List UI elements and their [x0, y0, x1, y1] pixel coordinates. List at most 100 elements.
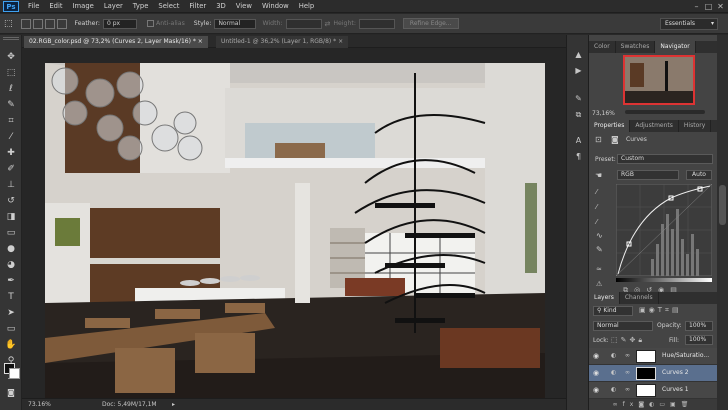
- panel-scrollbar[interactable]: [717, 35, 728, 410]
- menu-edit[interactable]: Edit: [44, 0, 67, 13]
- layer-mask-thumb[interactable]: [636, 384, 656, 397]
- navigator-zoom-slider[interactable]: [625, 110, 705, 114]
- curve-point-icon[interactable]: ∿: [596, 231, 603, 240]
- layers-footer-icons[interactable]: ∞fx◙◐▭▣🗑︎: [589, 399, 717, 410]
- layer-mask-thumb[interactable]: [636, 350, 656, 363]
- tab-close-icon[interactable]: ×: [338, 38, 343, 45]
- stamp-icon[interactable]: ⊥: [4, 179, 18, 191]
- smooth-icon[interactable]: ≈: [596, 265, 602, 273]
- add-selection-icon[interactable]: [32, 18, 43, 29]
- curves-graph[interactable]: [616, 184, 712, 276]
- menu-view[interactable]: View: [231, 0, 257, 13]
- layer-row[interactable]: ◉ ◐ ∞ Hue/Saturatio...: [589, 348, 717, 365]
- eye-icon[interactable]: ◉: [593, 386, 599, 394]
- swap-icon[interactable]: ⇄: [325, 20, 331, 28]
- menu-file[interactable]: File: [23, 0, 44, 13]
- pen-icon[interactable]: ✒: [4, 275, 18, 287]
- antialias-checkbox[interactable]: [147, 20, 155, 27]
- tab-color[interactable]: Color: [589, 41, 616, 53]
- mask-icon[interactable]: ◙: [611, 135, 619, 144]
- tab-channels[interactable]: Channels: [620, 292, 659, 304]
- tab-navigator[interactable]: Navigator: [655, 41, 696, 53]
- eye-icon[interactable]: ◉: [593, 352, 599, 360]
- navigator-preview[interactable]: [623, 55, 695, 105]
- lock-icons[interactable]: ⬚✎✥🔒︎: [611, 336, 645, 345]
- pencil-icon[interactable]: ✎: [596, 245, 603, 254]
- quick-mask-icon[interactable]: ◙: [4, 387, 18, 399]
- menu-help[interactable]: Help: [294, 0, 320, 13]
- filter-icons[interactable]: ▣◉T⌗▤: [639, 306, 682, 315]
- quick-select-icon[interactable]: ✎: [4, 99, 18, 111]
- tab-adjustments[interactable]: Adjustments: [630, 120, 679, 132]
- tab-swatches[interactable]: Swatches: [616, 41, 656, 53]
- black-point-eyedropper-icon[interactable]: ⁄: [596, 188, 597, 196]
- workspace-select[interactable]: Essentials ▾: [660, 18, 718, 30]
- height-input[interactable]: [358, 18, 395, 29]
- minimize-icon[interactable]: –: [692, 2, 701, 11]
- brush-icon[interactable]: ✐: [4, 163, 18, 175]
- blend-mode-select[interactable]: Normal: [593, 321, 653, 331]
- move-icon[interactable]: ✥: [4, 51, 18, 63]
- history-brush-icon[interactable]: ↺: [4, 195, 18, 207]
- lasso-icon[interactable]: ℓ: [4, 83, 18, 95]
- tab-properties[interactable]: Properties: [589, 120, 631, 132]
- eyedropper-icon[interactable]: ⁄: [4, 131, 18, 143]
- intersect-selection-icon[interactable]: [56, 18, 67, 29]
- refine-edge-button[interactable]: Refine Edge...: [402, 18, 459, 29]
- menu-image[interactable]: Image: [68, 0, 99, 13]
- shape-icon[interactable]: ▭: [4, 323, 18, 335]
- tab-history[interactable]: History: [679, 120, 712, 132]
- fill-input[interactable]: 100%: [685, 335, 713, 345]
- tab-document-1[interactable]: 02.RGB_color.psd @ 73,2% (Curves 2, Laye…: [24, 36, 208, 48]
- auto-button[interactable]: Auto: [686, 170, 712, 180]
- gray-point-eyedropper-icon[interactable]: ⁄: [596, 203, 597, 211]
- style-select[interactable]: Normal: [214, 18, 257, 29]
- eye-icon[interactable]: ◉: [593, 369, 599, 377]
- canvas-image[interactable]: [45, 63, 545, 398]
- white-point-eyedropper-icon[interactable]: ⁄: [596, 218, 597, 226]
- gradient-icon[interactable]: ▭: [4, 227, 18, 239]
- layer-row[interactable]: ◉ ◐ ∞ Curves 1: [589, 382, 717, 399]
- background-color[interactable]: [9, 368, 20, 379]
- hand-icon[interactable]: ✋: [4, 339, 18, 351]
- menu-type[interactable]: Type: [128, 0, 154, 13]
- eraser-icon[interactable]: ◨: [4, 211, 18, 223]
- tab-layers[interactable]: Layers: [589, 292, 620, 304]
- dodge-icon[interactable]: ◕: [4, 259, 18, 271]
- history-icon[interactable]: ▲: [572, 49, 585, 61]
- paragraph-icon[interactable]: ¶: [572, 151, 585, 163]
- path-select-icon[interactable]: ➤: [4, 307, 18, 319]
- tab-document-2[interactable]: Untitled-1 @ 36,2% (Layer 1, RGB/8) * ×: [216, 36, 349, 48]
- menu-select[interactable]: Select: [153, 0, 184, 13]
- toolbox-grip[interactable]: [3, 37, 19, 40]
- opacity-input[interactable]: 100%: [685, 321, 713, 331]
- layer-row[interactable]: ◉ ◐ ∞ Curves 2: [589, 365, 717, 382]
- new-selection-icon[interactable]: [20, 18, 31, 29]
- status-arrow-icon[interactable]: ▸: [172, 399, 175, 410]
- actions-icon[interactable]: ▶: [572, 65, 585, 77]
- marquee-tool-icon[interactable]: ⬚: [4, 19, 13, 29]
- heal-icon[interactable]: ✚: [4, 147, 18, 159]
- scrollbar-thumb[interactable]: [719, 185, 726, 225]
- marquee-icon[interactable]: ⬚: [4, 67, 18, 79]
- channel-select[interactable]: RGB: [617, 170, 679, 180]
- clone-source-icon[interactable]: ⧉: [572, 109, 585, 121]
- subtract-selection-icon[interactable]: [44, 18, 55, 29]
- filter-kind-select[interactable]: ⚲ Kind: [593, 306, 633, 316]
- navigator-zoom[interactable]: 73,16%: [592, 110, 615, 117]
- menu-window[interactable]: Window: [257, 0, 294, 13]
- tab-close-icon[interactable]: ×: [198, 38, 203, 45]
- menu-3d[interactable]: 3D: [211, 0, 231, 13]
- width-input[interactable]: [285, 18, 322, 29]
- type-icon[interactable]: T: [4, 291, 18, 303]
- layer-mask-thumb[interactable]: [636, 367, 656, 380]
- maximize-icon[interactable]: □: [704, 2, 713, 11]
- brush-presets-icon[interactable]: ✎: [572, 93, 585, 105]
- character-icon[interactable]: A: [572, 135, 585, 147]
- blur-icon[interactable]: ●: [4, 243, 18, 255]
- crop-icon[interactable]: ⌗: [4, 115, 18, 127]
- zoom-level[interactable]: 73.16%: [28, 399, 51, 410]
- preset-select[interactable]: Custom: [617, 154, 713, 164]
- menu-filter[interactable]: Filter: [184, 0, 211, 13]
- feather-input[interactable]: 0 px: [103, 18, 138, 29]
